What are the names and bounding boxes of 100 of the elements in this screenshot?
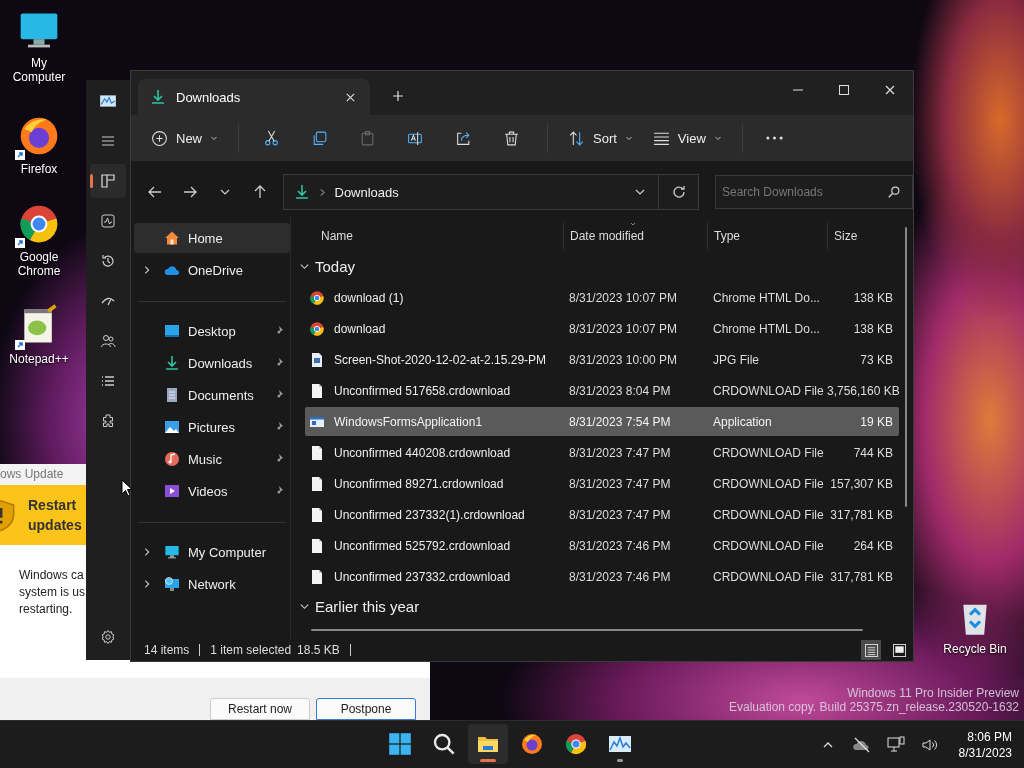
- desktop-shortcut[interactable]: My Computer: [0, 8, 78, 84]
- postpone-button[interactable]: Postpone: [316, 698, 416, 720]
- menu-icon: [100, 133, 116, 149]
- share-icon: [454, 129, 472, 147]
- table-cell-text: CRDOWNLOAD File: [712, 538, 825, 553]
- firefox-icon: [520, 732, 544, 756]
- file-row[interactable]: WindowsFormsApplication1 8/31/2023 7:54 PM Application 19 KB: [305, 407, 899, 436]
- search-field[interactable]: Search Downloads: [715, 175, 913, 209]
- cursor-icon: [121, 479, 133, 497]
- file-name: Unconfirmed 525792.crdownload: [334, 538, 511, 553]
- file-row[interactable]: download 8/31/2023 10:07 PM Chrome HTML Do... 138 KB: [305, 314, 899, 343]
- expand-chevron-icon: [142, 547, 152, 557]
- table-cell-text: 8/31/2023 10:07 PM: [568, 321, 679, 336]
- column-header[interactable]: Name: [297, 223, 563, 249]
- close-icon: [344, 91, 356, 103]
- sort-icon: [568, 129, 585, 147]
- chrome-icon: [564, 732, 588, 756]
- file-icon: [309, 382, 325, 399]
- nav-item[interactable]: Network: [134, 569, 290, 599]
- file-row[interactable]: download (1) 8/31/2023 10:07 PM Chrome HTML Do... 138 KB: [305, 283, 899, 312]
- search-icon: [887, 185, 901, 199]
- table-cell-text: Chrome HTML Do...: [712, 290, 821, 305]
- file-icon: [309, 444, 325, 461]
- table-cell-text: 317,781 KB: [829, 569, 894, 584]
- table-cell-text: CRDOWNLOAD File: [712, 476, 825, 491]
- network-icon: [164, 576, 180, 592]
- desktop-shortcut[interactable]: Notepad++: [0, 304, 78, 366]
- music-icon: [164, 451, 180, 467]
- table-cell-text: 317,781 KB: [829, 507, 894, 522]
- nav-item[interactable]: Desktop: [134, 316, 290, 346]
- table-cell-text: 8/31/2023 7:46 PM: [568, 569, 672, 584]
- scissors-icon: [262, 129, 280, 147]
- nav-item[interactable]: OneDrive: [134, 255, 290, 285]
- file-explorer-button[interactable]: [468, 724, 508, 764]
- sort-button[interactable]: Sort: [560, 121, 641, 155]
- file-name: Unconfirmed 237332(1).crdownload: [334, 507, 525, 522]
- settings-icon: [100, 629, 116, 645]
- file-row[interactable]: Unconfirmed 440208.crdownload 8/31/2023 7:47 PM CRDOWNLOAD File 744 KB: [305, 438, 899, 467]
- new-button[interactable]: New: [143, 121, 226, 155]
- document-icon: [164, 387, 180, 403]
- download-icon: [293, 184, 310, 200]
- list-view-icon: [864, 643, 878, 657]
- more-icon: [766, 136, 784, 140]
- group-header[interactable]: Earlier this year: [297, 593, 420, 619]
- watermark-text: Evaluation copy. Build 25375.zn_release.230520-1632: [729, 700, 1019, 714]
- column-header[interactable]: Date modified: [563, 223, 707, 249]
- vertical-scrollbar[interactable]: [905, 227, 907, 507]
- nav-item[interactable]: Pictures: [134, 412, 290, 442]
- breadcrumb[interactable]: Downloads: [334, 184, 399, 200]
- window-tab[interactable]: Downloads: [138, 79, 370, 115]
- group-header[interactable]: Today: [297, 253, 356, 279]
- download-icon: [164, 355, 180, 371]
- nav-item[interactable]: Downloads: [134, 348, 290, 378]
- video-icon: [164, 483, 180, 499]
- table-cell-text: 138 KB: [852, 321, 894, 336]
- table-cell-text: 8/31/2023 7:47 PM: [568, 476, 672, 491]
- table-cell-text: CRDOWNLOAD File: [712, 383, 825, 398]
- cloud-off-icon: [851, 736, 872, 753]
- desktop-shortcut[interactable]: Firefox: [0, 114, 78, 176]
- file-row[interactable]: Unconfirmed 517658.crdownload 8/31/2023 8:04 PM CRDOWNLOAD File 3,756,160 KB: [305, 376, 899, 405]
- horizontal-scrollbar[interactable]: [311, 629, 863, 631]
- preview-icon: [892, 643, 906, 657]
- table-cell: 3,756,160 KB: [827, 383, 899, 398]
- file-row[interactable]: Unconfirmed 525792.crdownload 8/31/2023 7:46 PM CRDOWNLOAD File 264 KB: [305, 531, 899, 560]
- file-icon: [309, 506, 325, 523]
- nav-item[interactable]: Home: [134, 223, 290, 253]
- table-cell-text: 8/31/2023 7:54 PM: [568, 414, 672, 429]
- table-cell-text: 157,307 KB: [829, 476, 894, 491]
- sidebar-tab[interactable]: [90, 164, 126, 198]
- file-row[interactable]: Unconfirmed 237332(1).crdownload 8/31/2023 7:47 PM CRDOWNLOAD File 317,781 KB: [305, 500, 899, 529]
- clock[interactable]: 8:06 PM 8/31/2023: [948, 728, 1016, 761]
- file-name: Screen-Shot-2020-12-02-at-2.15.29-PM: [334, 352, 547, 367]
- details-view-button[interactable]: [861, 640, 881, 660]
- desktop-shortcut[interactable]: Recycle Bin: [936, 598, 1014, 656]
- column-header[interactable]: Size: [827, 223, 899, 249]
- nav-item[interactable]: My Computer: [134, 537, 290, 567]
- download-icon: [150, 89, 166, 105]
- caret-icon: [624, 134, 633, 142]
- search-icon: [432, 732, 456, 756]
- desktop-shortcut[interactable]: Google Chrome: [0, 202, 78, 278]
- refresh-button[interactable]: [659, 174, 699, 210]
- table-cell-text: 138 KB: [852, 290, 894, 305]
- sort-indicator-icon: [628, 221, 638, 227]
- expand-chevron-icon: [142, 579, 152, 589]
- view-button[interactable]: View: [644, 121, 730, 155]
- restart-button[interactable]: Restart now: [210, 698, 310, 720]
- file-row[interactable]: Screen-Shot-2020-12-02-at-2.15.29-PM 8/31/2023 10:00 PM JPG File 73 KB: [305, 345, 899, 374]
- nav-item[interactable]: Documents: [134, 380, 290, 410]
- tab-title: Downloads: [176, 89, 242, 105]
- list-icon: [100, 373, 116, 389]
- file-icon: [309, 475, 325, 492]
- file-row[interactable]: Unconfirmed 237332.crdownload 8/31/2023 7:46 PM CRDOWNLOAD File 317,781 KB: [305, 562, 899, 591]
- table-cell-text: 264 KB: [852, 538, 894, 553]
- house-icon: [164, 230, 180, 246]
- speaker-icon: [920, 736, 939, 753]
- address-bar[interactable]: Downloads: [282, 174, 660, 210]
- column-header[interactable]: Type: [707, 223, 827, 249]
- table-cell-text: CRDOWNLOAD File: [712, 569, 825, 584]
- status-text: 14 items: [144, 643, 190, 657]
- grid-icon: [100, 173, 116, 189]
